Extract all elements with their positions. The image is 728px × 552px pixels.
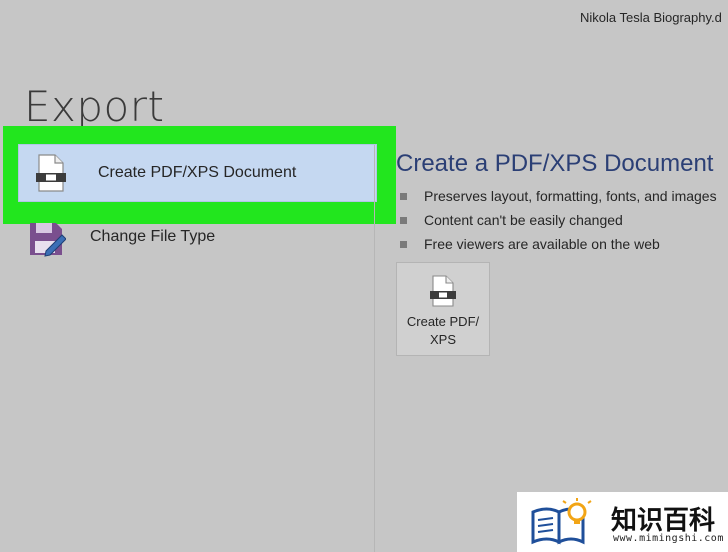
watermark-logo: 知识百科 www.mimingshi.com	[517, 492, 728, 552]
pane-divider	[374, 145, 375, 552]
option-create-pdf-xps[interactable]: Create PDF/XPS Document	[18, 144, 377, 202]
pdf-document-icon	[429, 275, 457, 307]
watermark-url: www.mimingshi.com	[613, 533, 724, 544]
list-item: Free viewers are available on the web	[400, 232, 717, 256]
bullet-text: Preserves layout, formatting, fonts, and…	[424, 188, 717, 204]
save-edit-icon	[26, 217, 67, 257]
button-label-line: XPS	[429, 332, 456, 347]
feature-list: Preserves layout, formatting, fonts, and…	[400, 184, 717, 256]
bullet-icon	[400, 216, 407, 224]
button-label-line: Create PDF/	[406, 314, 480, 329]
bullet-text: Free viewers are available on the web	[424, 236, 660, 252]
list-item: Preserves layout, formatting, fonts, and…	[400, 184, 717, 208]
create-pdf-xps-button[interactable]: Create PDF/ XPS	[396, 262, 490, 356]
watermark-text: 知识百科	[611, 506, 716, 536]
option-change-file-type[interactable]: Change File Type	[26, 208, 385, 266]
list-item: Content can't be easily changed	[400, 208, 717, 232]
book-lightbulb-icon	[529, 498, 599, 546]
document-title: Nikola Tesla Biography.d	[580, 10, 722, 25]
option-label-create-pdf: Create PDF/XPS Document	[98, 164, 297, 181]
page-title: Export	[24, 82, 165, 131]
pdf-document-icon	[34, 153, 68, 193]
option-label-change-file-type: Change File Type	[90, 228, 216, 245]
bullet-icon	[400, 240, 407, 248]
detail-heading: Create a PDF/XPS Document	[396, 150, 714, 177]
bullet-icon	[400, 192, 407, 200]
bullet-text: Content can't be easily changed	[424, 212, 623, 228]
create-pdf-xps-button-label: Create PDF/ XPS	[407, 313, 479, 349]
